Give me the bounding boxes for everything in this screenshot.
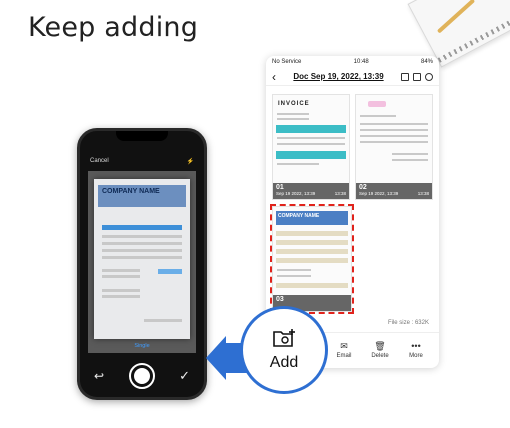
scanned-document: COMPANY NAME <box>94 179 190 339</box>
page-kind: INVOICE <box>278 101 310 107</box>
email-label: Email <box>336 353 352 359</box>
more-icon: ••• <box>411 341 421 351</box>
arrow-left-icon <box>206 336 226 380</box>
delete-label: Delete <box>371 353 389 359</box>
back-icon[interactable]: ‹ <box>272 71 276 83</box>
document-company-name: COMPANY NAME <box>102 188 160 195</box>
capture-mode[interactable]: Single <box>80 343 204 349</box>
status-bar: No Service 10:48 84% <box>266 56 439 68</box>
camera-controls: ↩ ✓ <box>80 359 204 393</box>
page-number: 03 <box>276 296 284 303</box>
cancel-button[interactable]: Cancel <box>90 158 109 164</box>
page-label: 01 Sep 19 2022, 13:39 13:38 <box>273 183 349 199</box>
add-label: Add <box>269 354 299 371</box>
add-button[interactable]: Add <box>240 306 328 394</box>
carrier-text: No Service <box>272 59 302 65</box>
settings-icon[interactable] <box>425 72 433 81</box>
page-thumbnail-3-new[interactable]: COMPANY NAME 03 <box>270 204 354 314</box>
email-button[interactable]: ✉ Email <box>333 341 355 360</box>
page-thumbnail-2[interactable]: 02 Sep 19 2022, 13:39 13:38 <box>355 94 433 200</box>
battery-text: 84% <box>420 59 433 65</box>
page-label: 02 Sep 19 2022, 13:39 13:38 <box>356 183 432 199</box>
page-date: Sep 19 2022, 13:39 <box>359 191 399 196</box>
page-time: 13:38 <box>417 191 429 196</box>
camera-top-bar: Cancel ⚡ <box>80 155 204 167</box>
shutter-button[interactable] <box>128 363 155 389</box>
trash-icon: 🗑 <box>374 341 386 351</box>
camera-phone: Cancel ⚡ COMPANY NAME Single ↩ ✓ <box>77 128 207 400</box>
more-button[interactable]: ••• More <box>405 341 427 360</box>
headline: Keep adding <box>28 12 199 43</box>
camera-viewfinder: COMPANY NAME <box>88 171 196 353</box>
page-number: 02 <box>359 184 367 191</box>
clock-text: 10:48 <box>353 59 369 65</box>
page-time: 13:38 <box>334 191 346 196</box>
phone-notch <box>116 131 168 141</box>
more-label: More <box>409 353 423 359</box>
page-kind-badge <box>368 101 386 107</box>
flash-icon[interactable]: ⚡ <box>187 158 194 165</box>
page-number: 01 <box>276 184 284 191</box>
delete-button[interactable]: 🗑 Delete <box>369 341 391 360</box>
export-icon[interactable] <box>401 72 409 81</box>
page-kind: COMPANY NAME <box>276 211 348 225</box>
document-title[interactable]: Doc Sep 19, 2022, 13:39 <box>280 72 397 81</box>
page-thumbnail-1[interactable]: INVOICE 01 Sep 19 2022, 13:39 13:38 <box>272 94 350 200</box>
checkmark-icon[interactable]: ✓ <box>179 368 190 384</box>
mail-icon: ✉ <box>340 341 348 351</box>
edit-icon[interactable] <box>413 72 421 81</box>
add-folder-icon <box>273 329 295 347</box>
page-date: Sep 19 2022, 13:39 <box>276 191 316 196</box>
undo-icon[interactable]: ↩ <box>94 369 104 383</box>
nav-bar: ‹ Doc Sep 19, 2022, 13:39 <box>266 68 439 86</box>
